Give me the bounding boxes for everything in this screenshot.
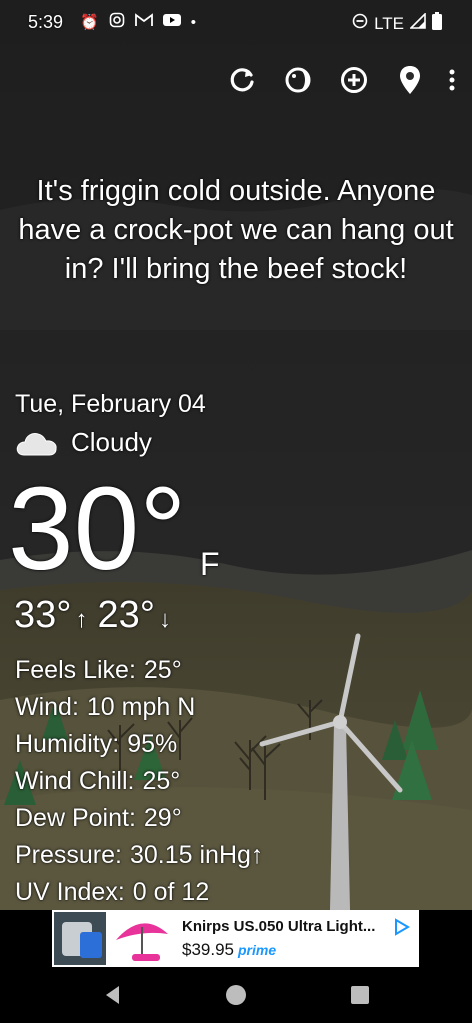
current-temperature: 30° (8, 463, 187, 595)
location-button[interactable] (392, 62, 428, 98)
detail-feels-like: Feels Like: 25° (15, 652, 263, 689)
alarm-icon: ⏰ (80, 13, 99, 31)
notification-icons: ⏰ • (80, 12, 196, 33)
detail-value: 0 of 12 (132, 878, 210, 906)
ad-banner[interactable]: Knirps US.050 Ultra Light... $39.95 prime (52, 910, 419, 967)
detail-label: Wind: (15, 693, 79, 721)
condition-row: Cloudy (15, 427, 152, 458)
high-low-row: 33° ↑ 23° ↓ (14, 594, 181, 637)
high-temp: 33° (14, 594, 72, 636)
refresh-button[interactable] (224, 62, 260, 98)
detail-label: Wind Chill: (15, 767, 135, 795)
back-icon (106, 986, 119, 1004)
detail-wind: Wind: 10 mph N (15, 689, 263, 726)
detail-pressure: Pressure: 30.15 inHg↑ (15, 837, 263, 874)
home-button[interactable] (224, 983, 248, 1007)
overflow-menu-icon (449, 69, 455, 91)
detail-value: 95% (127, 730, 178, 758)
dot-icon: • (190, 13, 196, 31)
system-indicators: LTE (352, 12, 442, 35)
detail-humidity: Humidity: 95% (15, 726, 263, 763)
temperature-unit: F (200, 546, 220, 582)
home-icon (226, 985, 246, 1005)
add-location-icon (341, 67, 367, 93)
ad-price-row: $39.95 prime (182, 940, 276, 960)
theme-button[interactable] (280, 62, 316, 98)
ad-product-image (54, 912, 106, 965)
detail-value: 25° (142, 767, 181, 795)
ad-price: $39.95 (182, 940, 234, 959)
condition-label: Cloudy (71, 427, 152, 457)
detail-label: Dew Point: (15, 804, 136, 832)
detail-dew-point: Dew Point: 29° (15, 800, 263, 837)
app-toolbar (204, 62, 458, 98)
overflow-menu-button[interactable] (446, 62, 458, 98)
add-location-button[interactable] (336, 62, 372, 98)
status-bar: 5:39 ⏰ • LTE (0, 0, 472, 46)
adchoices-icon[interactable] (393, 918, 411, 941)
recents-icon (351, 986, 369, 1004)
network-type: LTE (374, 13, 404, 33)
detail-wind-chill: Wind Chill: 25° (15, 763, 263, 800)
back-button[interactable] (101, 983, 125, 1007)
weather-quote: It's friggin cold outside. Anyone have a… (18, 175, 454, 285)
detail-label: Pressure: (15, 841, 122, 869)
status-time: 5:39 (28, 12, 64, 32)
detail-value: 30.15 inHg↑ (129, 841, 264, 869)
low-arrow-icon: ↓ (158, 606, 171, 633)
cloud-icon (16, 432, 57, 455)
refresh-icon (230, 68, 254, 92)
detail-label: Humidity: (15, 730, 120, 758)
detail-label: UV Index: (15, 878, 125, 906)
ad-umbrella-image (112, 912, 172, 965)
instagram-icon (109, 12, 125, 33)
ad-prime-label: prime (238, 942, 277, 958)
forecast-date: Tue, February 04 (15, 390, 206, 418)
detail-uv-index: UV Index: 0 of 12 (15, 874, 263, 911)
ad-title: Knirps US.050 Ultra Light... (182, 918, 376, 935)
location-pin-icon (400, 66, 420, 94)
high-arrow-icon: ↑ (75, 606, 88, 633)
youtube-icon (162, 13, 181, 32)
dnd-icon (352, 13, 368, 34)
navigation-bar (0, 967, 472, 1023)
gmail-icon (134, 13, 153, 32)
detail-label: Feels Like: (15, 656, 136, 684)
signal-icon (409, 12, 426, 34)
theme-icon (285, 67, 311, 93)
detail-value: 10 mph N (86, 693, 196, 721)
detail-value: 29° (143, 804, 182, 832)
battery-icon (432, 12, 442, 35)
recents-button[interactable] (348, 983, 372, 1007)
low-temp: 23° (97, 594, 155, 636)
detail-value: 25° (143, 656, 182, 684)
weather-details: Feels Like: 25° Wind: 10 mph N Humidity: 95… (15, 652, 263, 911)
